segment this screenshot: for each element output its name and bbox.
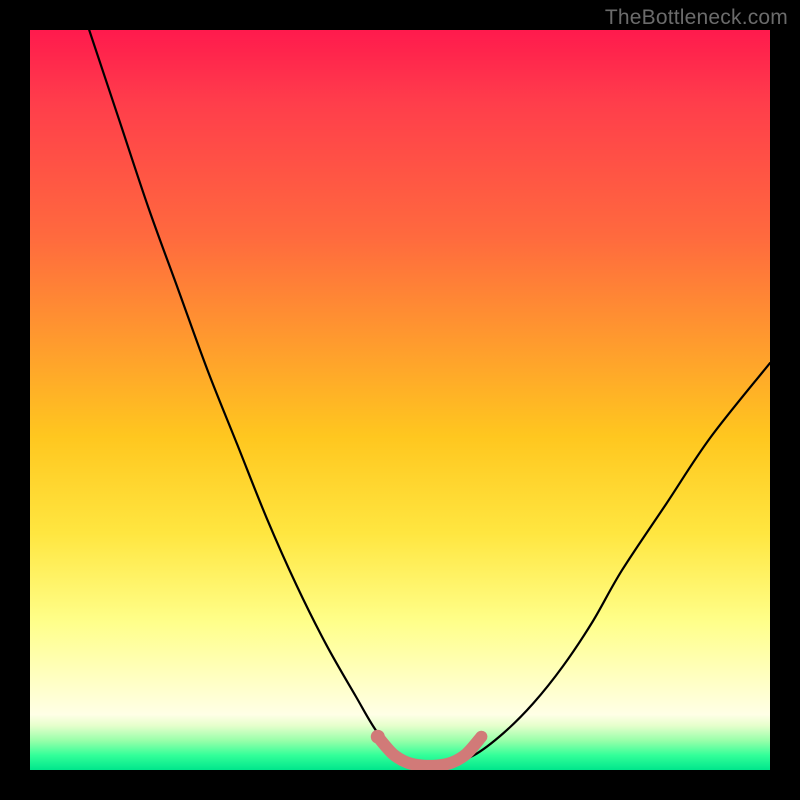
watermark-text: TheBottleneck.com (605, 6, 788, 30)
plot-area (30, 30, 770, 770)
highlight-dot (371, 730, 385, 744)
chart-overlay (30, 30, 770, 770)
chart-frame: TheBottleneck.com (0, 0, 800, 800)
bottleneck-curve-path (89, 30, 770, 768)
highlight-band-path (378, 737, 482, 766)
